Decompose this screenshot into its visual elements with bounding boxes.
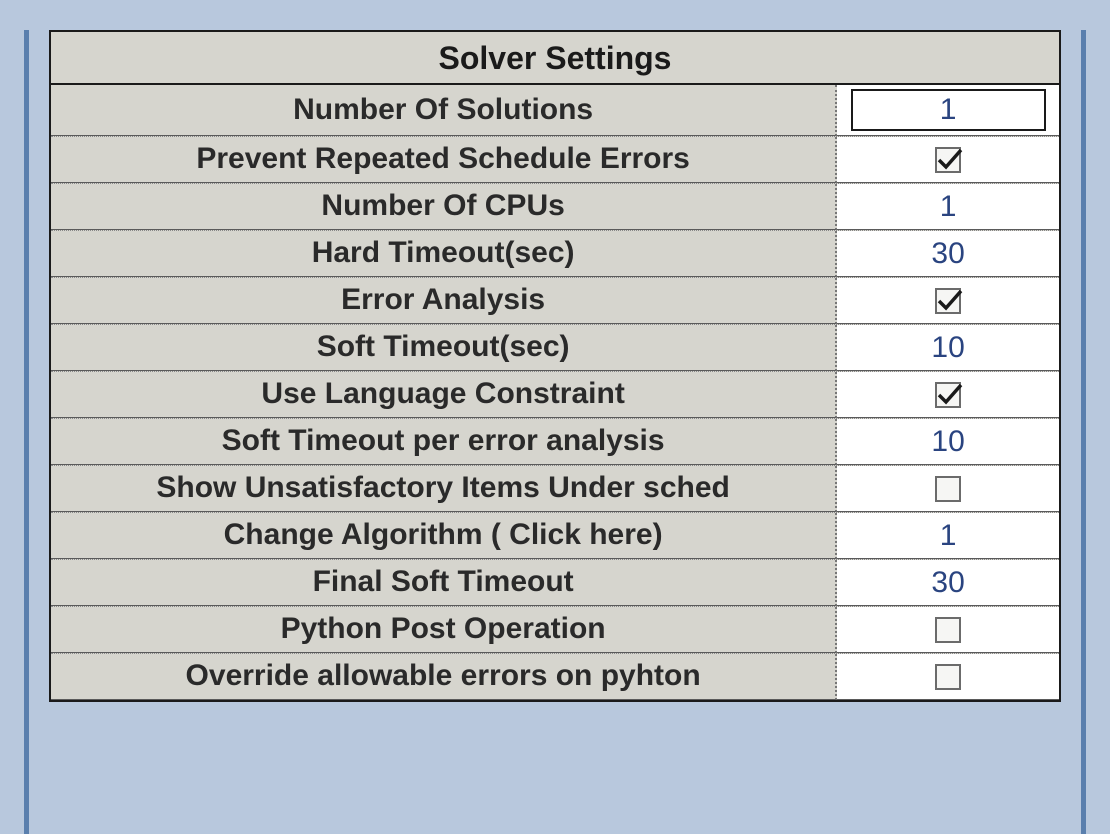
row-override-allowable-errors: Override allowable errors on pyhton: [51, 653, 1059, 700]
value-cell-python-post-operation: [837, 607, 1059, 653]
row-soft-timeout-per-error: Soft Timeout per error analysis: [51, 418, 1059, 465]
row-prevent-repeated-errors: Prevent Repeated Schedule Errors: [51, 136, 1059, 183]
label-hard-timeout: Hard Timeout(sec): [51, 231, 837, 277]
label-use-language-constraint: Use Language Constraint: [51, 372, 837, 418]
input-soft-timeout[interactable]: [848, 331, 1048, 365]
checkbox-prevent-repeated-errors[interactable]: [935, 147, 961, 173]
row-use-language-constraint: Use Language Constraint: [51, 371, 1059, 418]
label-final-soft-timeout: Final Soft Timeout: [51, 560, 837, 606]
label-number-of-cpus: Number Of CPUs: [51, 184, 837, 230]
value-cell-change-algorithm: 1: [837, 513, 1059, 559]
row-error-analysis: Error Analysis: [51, 277, 1059, 324]
row-number-of-solutions: Number Of Solutions: [51, 85, 1059, 136]
label-soft-timeout: Soft Timeout(sec): [51, 325, 837, 371]
input-final-soft-timeout[interactable]: [848, 566, 1048, 600]
value-cell-soft-timeout: [837, 325, 1059, 371]
label-python-post-operation: Python Post Operation: [51, 607, 837, 653]
value-cell-use-language-constraint: [837, 372, 1059, 418]
checkbox-override-allowable-errors[interactable]: [935, 664, 961, 690]
label-show-unsatisfactory: Show Unsatisfactory Items Under sched: [51, 466, 837, 512]
outer-frame: Solver Settings Number Of Solutions Prev…: [24, 30, 1086, 834]
row-python-post-operation: Python Post Operation: [51, 606, 1059, 653]
row-number-of-cpus: Number Of CPUs: [51, 183, 1059, 230]
row-soft-timeout: Soft Timeout(sec): [51, 324, 1059, 371]
row-show-unsatisfactory: Show Unsatisfactory Items Under sched: [51, 465, 1059, 512]
value-cell-show-unsatisfactory: [837, 466, 1059, 512]
label-error-analysis: Error Analysis: [51, 278, 837, 324]
row-hard-timeout: Hard Timeout(sec): [51, 230, 1059, 277]
value-cell-hard-timeout: [837, 231, 1059, 277]
label-change-algorithm: Change Algorithm ( Click here): [51, 513, 837, 559]
row-change-algorithm: Change Algorithm ( Click here) 1: [51, 512, 1059, 559]
value-cell-number-of-solutions: [837, 85, 1059, 136]
panel-title: Solver Settings: [51, 32, 1059, 85]
label-prevent-repeated-errors: Prevent Repeated Schedule Errors: [51, 137, 837, 183]
row-final-soft-timeout: Final Soft Timeout: [51, 559, 1059, 606]
checkbox-use-language-constraint[interactable]: [935, 382, 961, 408]
solver-settings-panel: Solver Settings Number Of Solutions Prev…: [49, 30, 1061, 702]
value-cell-number-of-cpus: [837, 184, 1059, 230]
value-cell-override-allowable-errors: [837, 654, 1059, 700]
input-hard-timeout[interactable]: [848, 237, 1048, 271]
input-number-of-cpus[interactable]: [848, 190, 1048, 224]
value-cell-soft-timeout-per-error: [837, 419, 1059, 465]
input-number-of-solutions[interactable]: [851, 89, 1046, 131]
checkbox-error-analysis[interactable]: [935, 288, 961, 314]
checkbox-show-unsatisfactory[interactable]: [935, 476, 961, 502]
value-cell-final-soft-timeout: [837, 560, 1059, 606]
label-soft-timeout-per-error: Soft Timeout per error analysis: [51, 419, 837, 465]
checkbox-python-post-operation[interactable]: [935, 617, 961, 643]
label-override-allowable-errors: Override allowable errors on pyhton: [51, 654, 837, 700]
value-cell-error-analysis: [837, 278, 1059, 324]
settings-table: Number Of Solutions Prevent Repeated Sch…: [51, 85, 1059, 700]
label-number-of-solutions: Number Of Solutions: [51, 85, 837, 136]
link-change-algorithm[interactable]: 1: [940, 519, 957, 553]
value-cell-prevent-repeated-errors: [837, 137, 1059, 183]
input-soft-timeout-per-error[interactable]: [848, 425, 1048, 459]
